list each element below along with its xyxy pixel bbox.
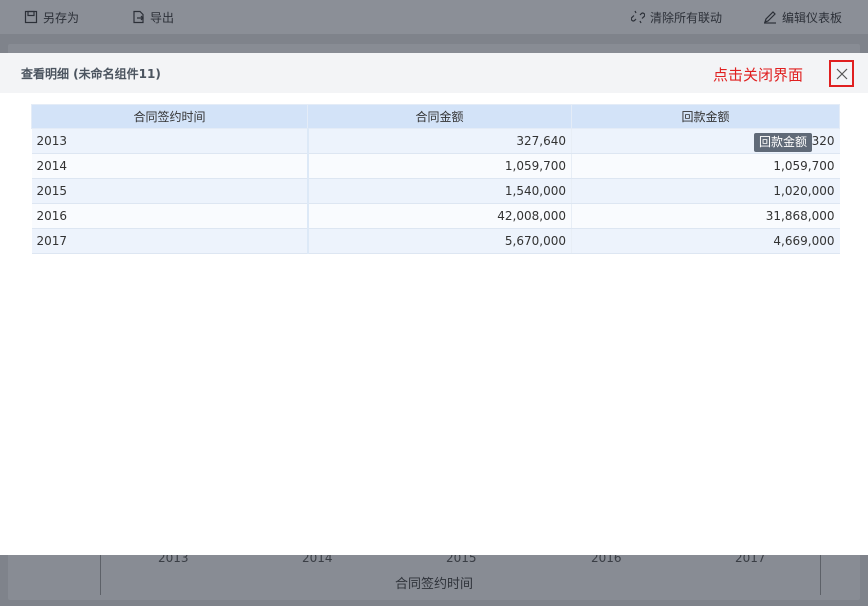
save-as-button[interactable]: 另存为	[24, 0, 79, 34]
cell-payment-amount: 4,669,000	[571, 228, 840, 254]
cell-contract-amount: 1,540,000	[307, 178, 572, 204]
cell-year: 2016	[31, 203, 309, 229]
cell-payment-amount: 1,020,000	[571, 178, 840, 204]
close-icon	[836, 68, 847, 79]
table-header-row: 合同签约时间 合同金额 回款金额	[31, 104, 840, 129]
clear-links-button[interactable]: 清除所有联动	[631, 0, 722, 34]
edit-dashboard-label: 编辑仪表板	[782, 10, 843, 25]
edit-dashboard-button[interactable]: 编辑仪表板	[763, 0, 842, 34]
table-row: 2015 1,540,000 1,020,000	[31, 178, 840, 204]
unlink-icon	[631, 10, 645, 24]
cell-payment-amount: 31,868,000	[571, 203, 840, 229]
cell-contract-amount: 327,640	[307, 128, 572, 154]
cell-contract-amount: 1,059,700	[307, 153, 572, 179]
save-icon	[24, 10, 38, 24]
save-as-label: 另存为	[43, 10, 80, 25]
export-label: 导出	[150, 10, 175, 25]
dialog-header: 查看明细 (未命名组件11) 点击关闭界面	[0, 53, 868, 93]
toolbar: 另存为 导出 清除所有联动 编辑仪表板	[0, 0, 868, 34]
cell-payment-amount: 1,059,700	[571, 153, 840, 179]
column-header-sign-time[interactable]: 合同签约时间	[31, 104, 308, 129]
cell-year: 2015	[31, 178, 309, 204]
detail-dialog: 查看明细 (未命名组件11) 点击关闭界面 合同签约时间 合同金额 回款金额 2…	[0, 53, 868, 555]
cell-contract-amount: 42,008,000	[307, 203, 572, 229]
export-icon	[133, 10, 144, 24]
table-row: 2017 5,670,000 4,669,000	[31, 228, 840, 254]
cell-year: 2017	[31, 228, 309, 254]
clear-links-label: 清除所有联动	[650, 10, 723, 25]
edit-icon	[764, 11, 776, 24]
cell-contract-amount: 5,670,000	[307, 228, 572, 254]
detail-table: 合同签约时间 合同金额 回款金额 2013 327,640 327,320 20…	[31, 104, 840, 254]
export-button[interactable]: 导出	[131, 0, 174, 34]
cell-tooltip: 回款金额	[754, 133, 813, 152]
close-button[interactable]	[829, 60, 854, 87]
table-row: 2013 327,640 327,320	[31, 128, 840, 154]
close-hint-annotation: 点击关闭界面	[713, 66, 804, 84]
table-row: 2016 42,008,000 31,868,000	[31, 203, 840, 229]
x-axis-title: 合同签约时间	[394, 577, 473, 592]
table-row: 2014 1,059,700 1,059,700	[31, 153, 840, 179]
cell-year: 2014	[31, 153, 309, 179]
dialog-title: 查看明细 (未命名组件11)	[21, 67, 161, 81]
cell-year: 2013	[31, 128, 309, 154]
column-header-contract-amount[interactable]: 合同金额	[307, 104, 572, 129]
column-header-payment-amount[interactable]: 回款金额	[571, 104, 840, 129]
